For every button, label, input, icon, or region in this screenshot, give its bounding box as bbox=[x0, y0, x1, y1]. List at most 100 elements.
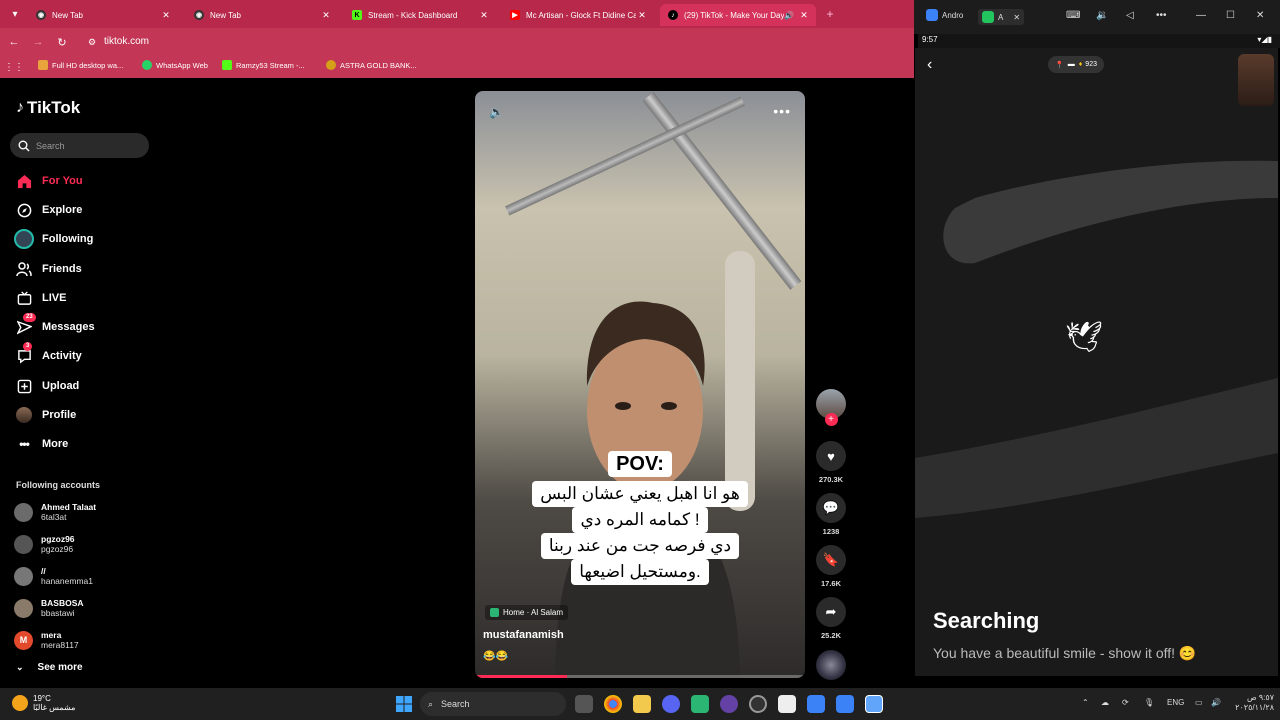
nav-profile[interactable]: Profile bbox=[16, 404, 76, 426]
back-triangle-icon[interactable]: ◁ bbox=[1126, 10, 1134, 21]
browser-tab[interactable]: K Stream - Kick Dashboard ✕ bbox=[344, 4, 496, 26]
video-player[interactable]: 🔈 ••• POV: هو انا اهبل يعني عشان البس كم… bbox=[475, 91, 805, 678]
browser-tab-active[interactable]: ♪ (29) TikTok - Make Your Day 🔊 ✕ bbox=[660, 4, 816, 26]
video-progress-bar[interactable] bbox=[475, 675, 805, 678]
followed-account[interactable]: M mera mera8117 bbox=[14, 627, 79, 653]
followed-account[interactable]: BASBOSA bbastawi bbox=[14, 595, 84, 621]
more-options-icon[interactable]: ••• bbox=[773, 103, 791, 119]
windows-start-icon[interactable] bbox=[396, 696, 412, 712]
android-tab[interactable]: Andro bbox=[926, 9, 963, 21]
save-button[interactable]: 🔖 17.6K bbox=[815, 545, 847, 588]
close-icon[interactable]: ✕ bbox=[160, 10, 172, 21]
close-icon[interactable]: ✕ bbox=[478, 10, 490, 21]
phone-link-icon[interactable] bbox=[836, 695, 854, 713]
file-explorer-icon[interactable] bbox=[633, 695, 651, 713]
bookmark-item[interactable]: Ramzy53 Stream -... bbox=[222, 60, 305, 70]
obs-icon[interactable] bbox=[749, 695, 767, 713]
nav-messages[interactable]: 23 Messages bbox=[16, 313, 95, 338]
comment-button[interactable]: 💬 1238 bbox=[815, 493, 847, 536]
task-view-icon[interactable] bbox=[575, 695, 593, 713]
nav-explore[interactable]: Explore bbox=[16, 199, 82, 221]
sync-icon[interactable]: ⟳ bbox=[1122, 698, 1129, 707]
weather-widget[interactable]: 19°C مشمس غالبًا bbox=[12, 694, 75, 712]
discord-icon[interactable] bbox=[662, 695, 680, 713]
browser-tab[interactable]: ▶ Mc Artisan - Glock Ft Didine Ca ✕ bbox=[502, 4, 654, 26]
live-icon bbox=[16, 290, 32, 306]
caption-line: كمامه المره دي ! bbox=[475, 507, 805, 533]
nav-for-you[interactable]: For You bbox=[16, 170, 83, 192]
forward-arrow-icon[interactable]: → bbox=[30, 34, 46, 50]
follow-plus-icon[interactable]: + bbox=[824, 413, 838, 426]
apps-grid-icon[interactable]: ⋮⋮ bbox=[4, 59, 24, 75]
followed-account[interactable]: pgzoz96 pgzoz96 bbox=[14, 531, 75, 557]
minimize-icon[interactable]: — bbox=[1196, 10, 1206, 21]
network-icon[interactable]: ▭ bbox=[1195, 698, 1203, 707]
followed-account[interactable]: Ahmed Talaat 6tal3at bbox=[14, 499, 96, 525]
close-icon[interactable]: ✕ bbox=[636, 10, 648, 21]
tiktok-logo[interactable]: ♪ TikTok bbox=[16, 98, 80, 118]
reload-icon[interactable]: ↻ bbox=[54, 34, 70, 50]
nav-upload[interactable]: Upload bbox=[16, 375, 79, 397]
chevron-up-icon[interactable]: ⌃ bbox=[1082, 698, 1089, 707]
close-icon[interactable]: ✕ bbox=[798, 10, 810, 21]
tab-search-chevron-icon[interactable]: ▾ bbox=[6, 5, 24, 23]
browser-tab[interactable]: ◉ New Tab ✕ bbox=[186, 4, 338, 26]
share-icon: ➦ bbox=[816, 597, 846, 627]
phone-link-icon[interactable] bbox=[807, 695, 825, 713]
search-bar[interactable] bbox=[10, 133, 149, 158]
nav-live[interactable]: LIVE bbox=[16, 287, 66, 309]
nav-activity[interactable]: 3 Activity bbox=[16, 342, 82, 367]
nav-friends[interactable]: Friends bbox=[16, 258, 82, 280]
bookmark-item[interactable]: Full HD desktop wa... bbox=[38, 60, 123, 70]
close-icon[interactable]: ✕ bbox=[1013, 13, 1020, 22]
new-tab-button[interactable]: + bbox=[822, 6, 838, 22]
volume-icon[interactable]: 🔈 bbox=[489, 105, 505, 121]
close-window-icon[interactable]: ✕ bbox=[1256, 10, 1264, 21]
url-field[interactable]: tiktok.com bbox=[104, 36, 149, 47]
clock[interactable]: ٩:٥٧ ص ٢٠٢٥/١١/٢٨ bbox=[1230, 693, 1274, 713]
creator-avatar[interactable]: + bbox=[815, 389, 847, 426]
share-button[interactable]: ➦ 25.2K bbox=[815, 597, 847, 640]
microphone-icon[interactable]: 🎙 bbox=[1144, 698, 1154, 707]
chrome-icon[interactable] bbox=[604, 695, 622, 713]
app-icon[interactable] bbox=[691, 695, 709, 713]
location-tag[interactable]: Home · Al Salam bbox=[485, 605, 569, 620]
nav-following[interactable]: Following bbox=[14, 228, 93, 250]
language-indicator[interactable]: ENG bbox=[1167, 698, 1184, 707]
cloud-icon[interactable]: ☁ bbox=[1101, 698, 1109, 707]
twitch-icon[interactable] bbox=[720, 695, 738, 713]
messages-badge: 23 bbox=[23, 313, 36, 322]
back-arrow-icon[interactable]: ← bbox=[6, 34, 22, 50]
close-icon[interactable]: ✕ bbox=[320, 10, 332, 21]
avatar bbox=[14, 534, 33, 554]
taskbar-search[interactable]: ⌕ Search bbox=[420, 692, 566, 716]
back-arrow-icon[interactable]: ‹ bbox=[927, 56, 932, 74]
followed-account[interactable]: //hananemma1 bbox=[14, 563, 93, 589]
site-settings-icon[interactable]: ⚙ bbox=[86, 36, 98, 48]
keyboard-icon[interactable]: ⌨ bbox=[1066, 10, 1080, 21]
bookmark-item[interactable]: WhatsApp Web bbox=[142, 60, 208, 70]
music-disc[interactable] bbox=[815, 650, 847, 680]
comment-icon: 💬 bbox=[816, 493, 846, 523]
maximize-icon[interactable]: ☐ bbox=[1226, 10, 1235, 21]
bookmark-item[interactable]: ASTRA GOLD BANK... bbox=[326, 60, 417, 70]
more-icon[interactable]: ••• bbox=[1156, 10, 1167, 21]
browser-tab[interactable]: ◉ New Tab ✕ bbox=[28, 4, 178, 26]
caption-line: ومستحيل اضيعها. bbox=[475, 559, 805, 585]
search-input[interactable] bbox=[36, 140, 136, 151]
see-more-button[interactable]: ⌄ See more bbox=[16, 662, 83, 673]
gem-counter[interactable]: 📍 ▬ ♦ 923 bbox=[1048, 56, 1104, 73]
android-tab-active[interactable]: A ✕ bbox=[978, 9, 1025, 25]
phone-link-icon[interactable] bbox=[865, 695, 883, 713]
document-icon[interactable] bbox=[778, 695, 796, 713]
speaker-icon[interactable]: 🔊 bbox=[1211, 698, 1221, 707]
video-author[interactable]: mustafanamish bbox=[483, 629, 564, 641]
like-button[interactable]: ♥ 270.3K bbox=[815, 441, 847, 484]
progress-fill bbox=[475, 675, 568, 678]
speaker-icon[interactable]: 🔊 bbox=[784, 11, 794, 20]
app-screen: ‹ 📍 ▬ ♦ 923 🕊 Searching You have a beaut… bbox=[915, 48, 1278, 676]
bookmarks-bar: ⋮⋮ Full HD desktop wa... WhatsApp Web Ra… bbox=[0, 56, 914, 78]
nav-more[interactable]: ••• More bbox=[16, 433, 68, 455]
volume-icon[interactable]: 🔉 bbox=[1096, 10, 1108, 21]
more-icon: ••• bbox=[19, 437, 30, 451]
